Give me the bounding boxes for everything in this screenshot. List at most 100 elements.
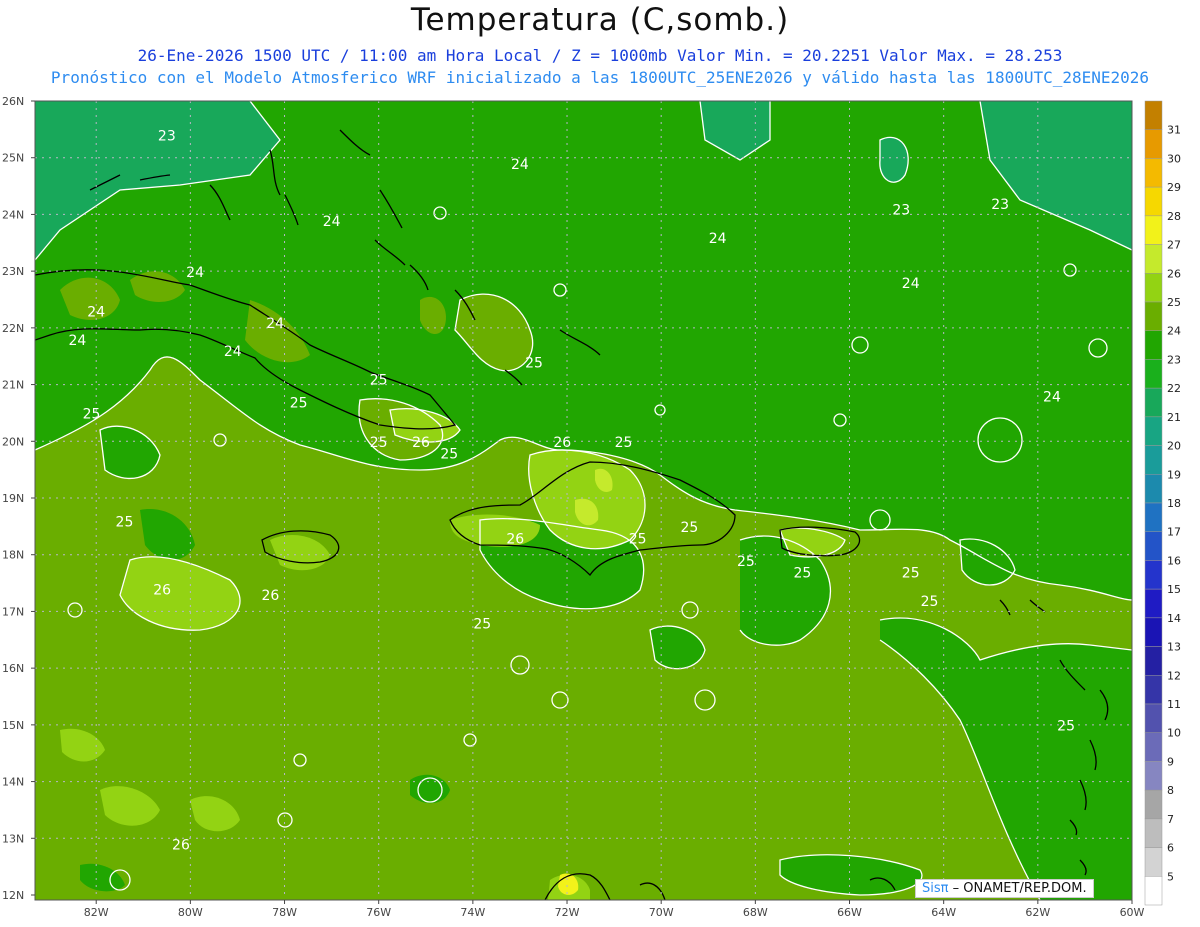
lon-tick-label: 78W [272,906,297,919]
lon-tick-label: 66W [837,906,862,919]
legend-tick-label: 22 [1167,382,1181,395]
contour-label: 25 [290,395,308,411]
legend-swatch [1144,761,1163,791]
legend-swatch [1144,244,1163,274]
color-legend: 31 30 29 28 27 26 25 24 23 22 21 20 19 18 17 16 15 14 13 12… [1144,100,1181,906]
legend-swatch [1144,818,1163,848]
contour-label: 24 [224,344,242,360]
legend-tick-label: 7 [1167,813,1174,826]
legend-tick-label: 12 [1167,669,1181,682]
contour-label: 25 [794,565,812,581]
contour-label: 25 [83,407,101,423]
legend-tick-label: 14 [1167,612,1181,625]
legend-swatch [1144,502,1163,532]
contour-label: 25 [116,514,134,530]
contour-label: 25 [615,435,633,451]
legend-swatch [1144,876,1163,906]
contour-label: 24 [266,316,284,332]
legend-swatch [1144,617,1163,647]
contour-label: 23 [158,129,176,145]
legend-swatch [1144,445,1163,475]
legend-swatch [1144,273,1163,303]
lon-tick-label: 62W [1025,906,1050,919]
longitude-axis: 82W 80W 78W 76W 74W 72W 70W 68W 66W 64W 62W 60W [84,900,1145,919]
lat-tick-label: 23N [2,265,24,278]
sisipi-logo: Sisπ [922,881,949,896]
contour-label: 26 [412,435,430,451]
legend-tick-label: 30 [1167,152,1181,165]
temperature-field [35,101,1132,900]
legend-swatch [1144,474,1163,504]
legend-tick-label: 24 [1167,325,1181,338]
contour-label: 24 [1043,390,1061,406]
contour-label: 26 [261,588,279,604]
legend-swatch [1144,129,1163,159]
lat-tick-label: 18N [2,549,24,562]
legend-swatch [1144,675,1163,705]
legend-swatch [1144,330,1163,360]
contour-label: 26 [172,838,190,854]
legend-tick-label: 18 [1167,497,1181,510]
contour-label: 24 [902,276,920,292]
lat-tick-label: 26N [2,95,24,108]
legend-swatch [1144,387,1163,418]
lon-tick-label: 80W [178,906,203,919]
lon-tick-label: 68W [743,906,768,919]
legend-tick-label: 21 [1167,411,1181,424]
legend-swatch [1144,158,1163,188]
legend-swatch [1144,186,1163,217]
legend-tick-label: 23 [1167,353,1181,366]
legend-tick-label: 26 [1167,267,1181,280]
legend-tick-label: 29 [1167,181,1181,194]
lat-tick-label: 15N [2,719,24,732]
lat-tick-label: 25N [2,152,24,165]
lat-tick-label: 14N [2,776,24,789]
legend-swatch [1144,215,1163,245]
legend-tick-label: 25 [1167,296,1181,309]
contour-label: 25 [370,373,388,389]
contour-label: 25 [921,594,939,610]
contour-label: 25 [440,446,458,462]
lat-tick-label: 17N [2,605,24,618]
lat-tick-label: 24N [2,208,24,221]
legend-swatch [1144,560,1163,590]
contour-label: 24 [511,157,529,173]
contour-label: 25 [902,565,920,581]
legend-tick-label: 28 [1167,210,1181,223]
lat-tick-label: 19N [2,492,24,505]
lat-tick-label: 22N [2,322,24,335]
legend-tick-label: 9 [1167,755,1174,768]
legend-tick-label: 31 [1167,124,1181,137]
lon-tick-label: 64W [931,906,956,919]
legend-tick-label: 15 [1167,583,1181,596]
legend-swatch [1144,646,1163,676]
contour-label: 24 [323,214,341,230]
contour-label: 25 [681,520,699,536]
contour-label: 23 [991,197,1009,213]
lat-tick-label: 13N [2,832,24,845]
legend-swatch [1144,588,1163,619]
lat-tick-label: 20N [2,435,24,448]
lat-tick-label: 16N [2,662,24,675]
legend-tick-label: 5 [1167,870,1174,883]
contour-label: 25 [629,531,647,547]
lon-tick-label: 60W [1120,906,1145,919]
lon-tick-label: 70W [649,906,674,919]
contour-label: 24 [68,333,86,349]
contour-label: 25 [737,554,755,570]
contour-label: 24 [186,265,204,281]
legend-tick-label: 8 [1167,784,1174,797]
lon-tick-label: 76W [366,906,391,919]
lat-tick-label: 21N [2,379,24,392]
legend-swatch [1144,100,1163,130]
legend-tick-label: 16 [1167,554,1181,567]
legend-tick-label: 10 [1167,727,1181,740]
contour-label: 24 [87,305,105,321]
lon-tick-label: 82W [84,906,109,919]
temperature-map: 26N 25N 24N 23N 22N 21N 20N 19N 18N 17N 16N 15N 14N 1… [2,95,1181,919]
legend-tick-label: 27 [1167,239,1181,252]
legend-swatch [1144,301,1163,331]
legend-tick-label: 13 [1167,641,1181,654]
contour-label: 23 [892,202,910,218]
contour-label: 25 [1057,719,1075,735]
